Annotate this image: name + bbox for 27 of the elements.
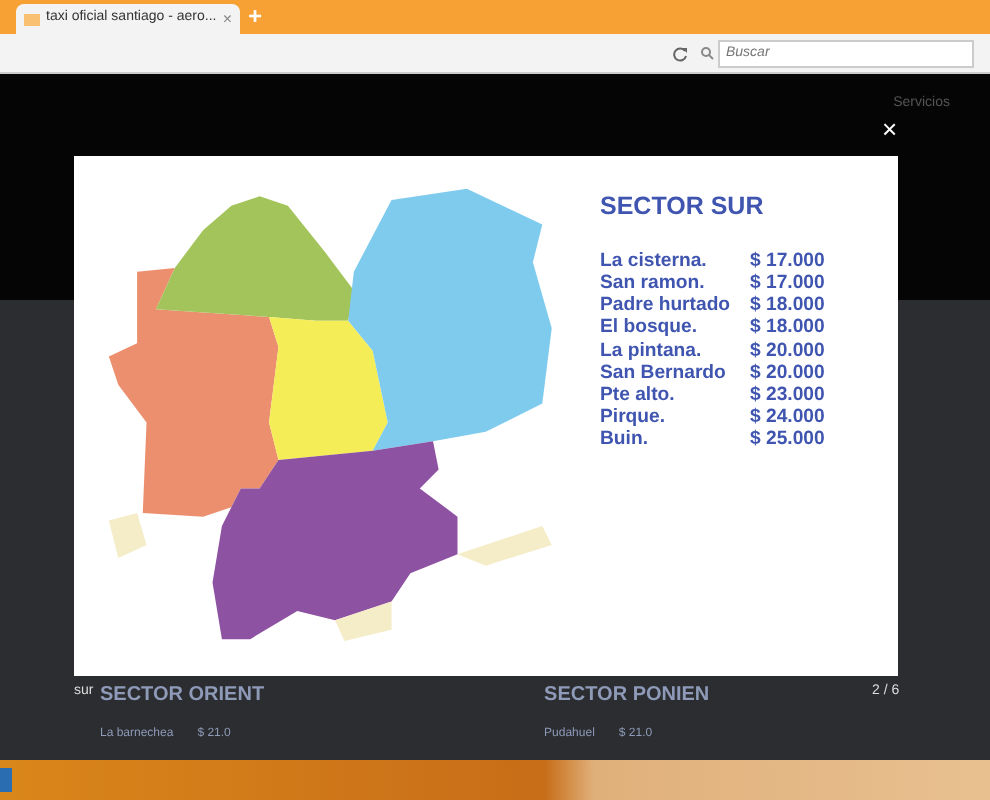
price-text: $ 20.000 (750, 339, 825, 362)
place-name: Buin. (600, 428, 650, 452)
reload-icon[interactable] (672, 45, 688, 61)
new-tab-button[interactable]: + (248, 2, 263, 30)
place-name: Pte alto. (600, 383, 677, 407)
place-name: La cisterna. (600, 249, 709, 272)
price-text: $ 17.000 (750, 271, 825, 295)
section-title: SECTOR PONIEN (544, 682, 710, 710)
place-name: La pintana. (600, 339, 704, 362)
price-text: $ 17.000 (750, 249, 825, 272)
place-name: San Bernardo (600, 361, 728, 384)
price-text: $ 20.000 (750, 361, 825, 384)
price-text: $ 18.000 (750, 316, 825, 340)
price-text: $ 25.000 (750, 428, 825, 452)
price-text: $ 23.000 (750, 383, 825, 407)
tab-close-button[interactable]: × (222, 11, 232, 27)
sector-title: SECTOR SUR (600, 190, 766, 224)
place-name: San ramon. (600, 271, 707, 295)
section-title: SECTOR ORIENT (100, 682, 265, 710)
place-name: Pirque. (600, 406, 668, 429)
place-name: El bosque. (600, 316, 700, 340)
search-icon (700, 46, 714, 60)
price-text: $ 24.000 (750, 406, 825, 429)
price-text: $ 18.000 (750, 294, 825, 317)
close-button[interactable]: × (882, 116, 898, 142)
favicon-icon (24, 13, 40, 25)
place-name: Padre hurtado (600, 294, 733, 317)
